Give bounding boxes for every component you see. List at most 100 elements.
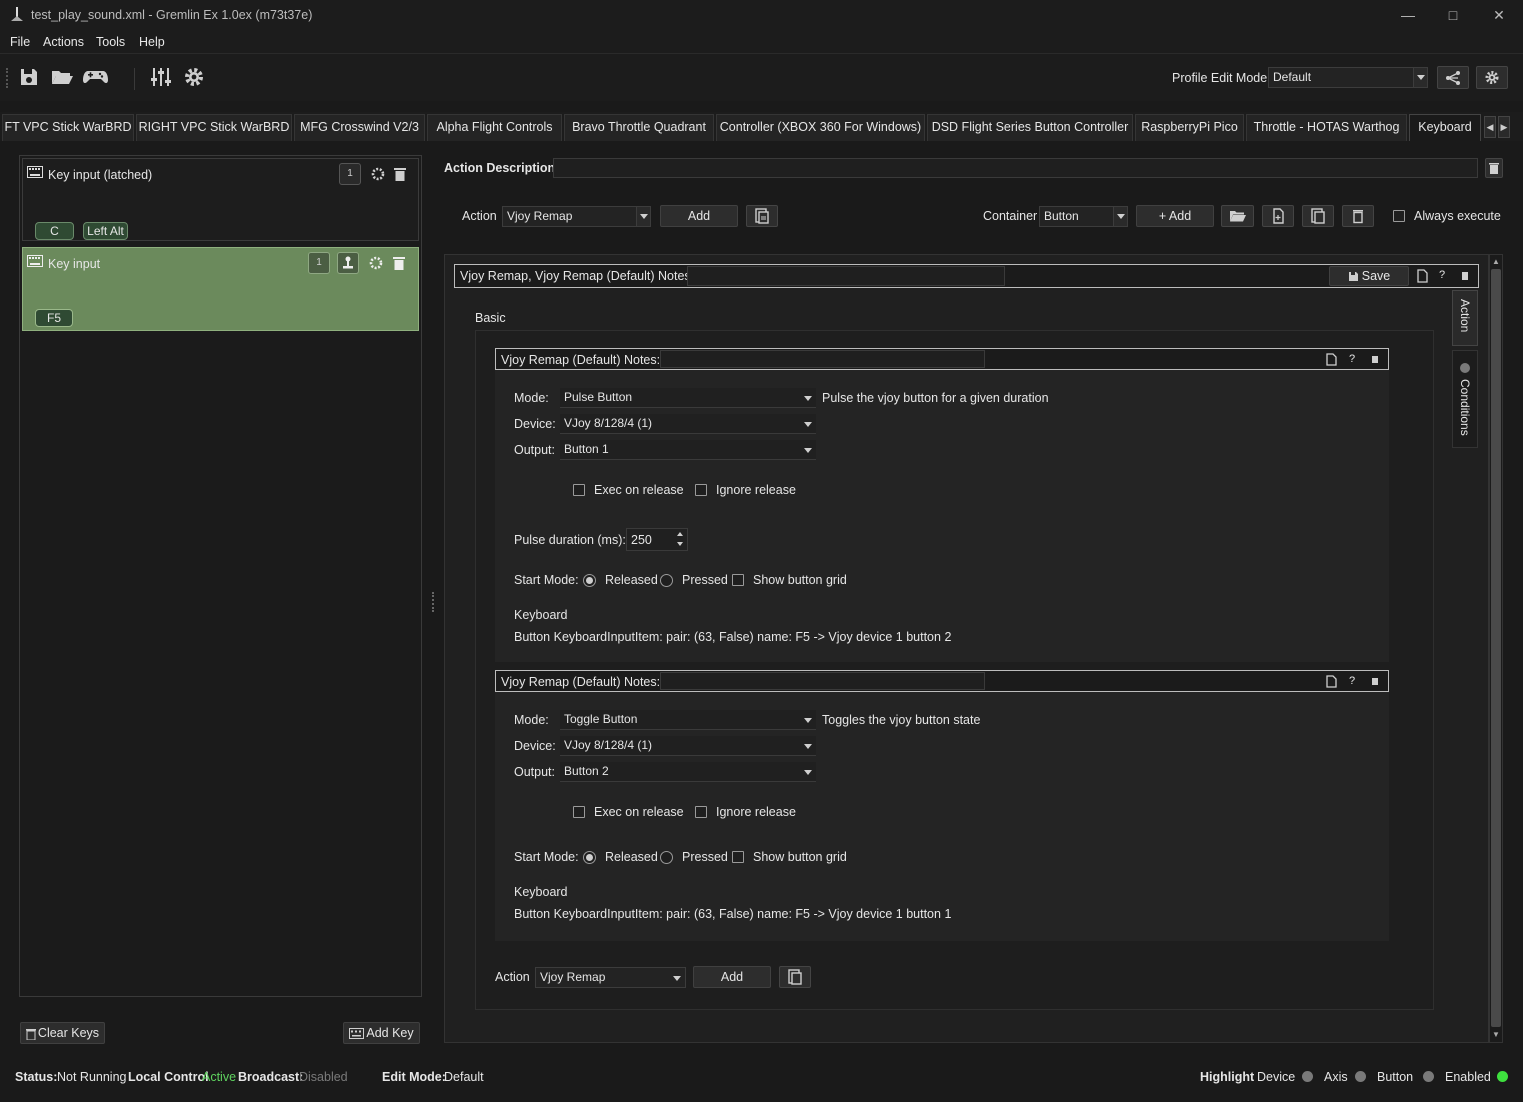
save-button[interactable]: Save (1329, 266, 1409, 286)
pulse-duration-spinbox[interactable]: 250 (626, 528, 688, 551)
scrollbar-thumb[interactable] (1491, 269, 1501, 1027)
tab-keyboard[interactable]: Keyboard (1409, 114, 1481, 141)
gear-icon[interactable] (369, 256, 383, 270)
spin-down-icon[interactable] (677, 542, 683, 546)
tab-mfg-crosswind[interactable]: MFG Crosswind V2/3 (294, 114, 425, 141)
action-description-input[interactable] (553, 158, 1478, 178)
highlight-device-toggle[interactable] (1302, 1071, 1313, 1082)
gear-icon[interactable] (183, 66, 207, 90)
tab-alpha-flight-controls[interactable]: Alpha Flight Controls (427, 114, 562, 141)
toolbar-grip[interactable] (6, 68, 10, 88)
profile-edit-mode-select[interactable]: Default (1268, 67, 1428, 88)
tab-scroll-right-icon[interactable]: ▶ (1498, 116, 1510, 138)
splitter-handle[interactable] (432, 592, 435, 612)
released-radio[interactable] (583, 851, 596, 864)
add-action-button[interactable]: Add (660, 205, 738, 227)
container-select[interactable]: Button (1039, 206, 1128, 227)
minimize-button[interactable]: — (1393, 4, 1423, 26)
pressed-radio[interactable] (660, 574, 673, 587)
gear-icon[interactable] (371, 167, 385, 181)
help-icon[interactable]: ? (1349, 675, 1355, 687)
vjoy-remap-header-1: Vjoy Remap (Default) Notes: ? (495, 348, 1389, 370)
open-container-button[interactable] (1221, 205, 1254, 227)
mixer-sliders-icon[interactable] (150, 66, 174, 90)
side-tab-action[interactable]: Action (1452, 290, 1478, 346)
ignore-release-checkbox[interactable] (695, 484, 707, 496)
device-select[interactable]: VJoy 8/128/4 (1) (560, 414, 816, 434)
close-container-icon[interactable] (1462, 272, 1468, 280)
tab-throttle-warthog[interactable]: Throttle - HOTAS Warthog (1246, 114, 1407, 141)
always-execute-label: Always execute (1414, 209, 1501, 223)
remap-notes-input[interactable] (660, 672, 985, 690)
remap-notes-input[interactable] (660, 350, 985, 368)
show-button-grid-checkbox[interactable] (732, 851, 744, 863)
close-button[interactable]: ✕ (1484, 4, 1514, 26)
trash-icon[interactable] (393, 256, 405, 270)
open-folder-icon[interactable] (50, 66, 74, 90)
show-button-grid-checkbox[interactable] (732, 574, 744, 586)
enabled-indicator[interactable] (1497, 1071, 1508, 1082)
output-select[interactable]: Button 2 (560, 762, 816, 782)
paste-action-button[interactable] (746, 205, 778, 227)
input-card-latched[interactable]: Key input (latched) 1 C Left Alt (22, 158, 419, 241)
menu-help[interactable]: Help (139, 35, 165, 49)
side-tab-conditions[interactable]: Conditions (1452, 350, 1478, 448)
action-select[interactable]: Vjoy Remap (502, 206, 651, 227)
joystick-button[interactable] (337, 252, 359, 274)
new-container-button[interactable] (1262, 205, 1294, 227)
tab-xbox-controller[interactable]: Controller (XBOX 360 For Windows) (716, 114, 925, 141)
tab-right-vpc-stick[interactable]: RIGHT VPC Stick WarBRD (136, 114, 292, 141)
container-notes-input[interactable] (687, 266, 1005, 286)
tab-ft-vpc-stick[interactable]: FT VPC Stick WarBRD (2, 114, 134, 141)
released-radio[interactable] (583, 574, 596, 587)
output-select[interactable]: Button 1 (560, 440, 816, 460)
close-remap-icon[interactable] (1372, 356, 1378, 363)
maximize-button[interactable]: □ (1438, 4, 1468, 26)
gamepad-icon[interactable] (82, 66, 110, 90)
vertical-scrollbar[interactable]: ▲ ▼ (1489, 254, 1503, 1043)
input-count-badge[interactable]: 1 (339, 163, 361, 185)
clear-description-button[interactable] (1485, 158, 1503, 178)
add-container-button[interactable]: + Add (1136, 205, 1214, 227)
spin-up-icon[interactable] (677, 532, 683, 536)
document-icon[interactable] (1326, 675, 1337, 688)
device-select[interactable]: VJoy 8/128/4 (1) (560, 736, 816, 756)
always-execute-checkbox[interactable] (1393, 210, 1405, 222)
scroll-down-icon[interactable]: ▼ (1492, 1030, 1500, 1039)
menu-actions[interactable]: Actions (43, 35, 84, 49)
menu-file[interactable]: File (10, 35, 30, 49)
bottom-add-action-button[interactable]: Add (693, 966, 771, 988)
add-key-button[interactable]: Add Key (343, 1022, 420, 1044)
bottom-paste-action-button[interactable] (779, 966, 811, 988)
input-count-badge[interactable]: 1 (308, 252, 330, 274)
highlight-axis-toggle[interactable] (1355, 1071, 1366, 1082)
container-select-value: Button (1044, 209, 1079, 223)
pressed-radio[interactable] (660, 851, 673, 864)
bottom-action-select[interactable]: Vjoy Remap (535, 967, 686, 988)
trash-icon[interactable] (394, 167, 406, 181)
menu-tools[interactable]: Tools (96, 35, 125, 49)
exec-on-release-checkbox[interactable] (573, 806, 585, 818)
paste-container-button[interactable] (1302, 205, 1334, 227)
help-icon[interactable]: ? (1349, 353, 1355, 365)
save-icon[interactable] (18, 66, 42, 90)
tab-dsd-flight[interactable]: DSD Flight Series Button Controller (927, 114, 1133, 141)
tab-bravo-throttle[interactable]: Bravo Throttle Quadrant (564, 114, 714, 141)
share-tree-button[interactable] (1437, 66, 1469, 89)
delete-container-button[interactable] (1342, 205, 1374, 227)
help-icon[interactable]: ? (1439, 269, 1445, 281)
document-icon[interactable] (1326, 353, 1337, 366)
ignore-release-checkbox[interactable] (695, 806, 707, 818)
document-icon[interactable] (1417, 269, 1428, 283)
input-card-selected[interactable]: Key input 1 F5 (22, 247, 419, 331)
settings-button[interactable] (1476, 66, 1508, 89)
scroll-up-icon[interactable]: ▲ (1492, 257, 1500, 266)
highlight-button-toggle[interactable] (1423, 1071, 1434, 1082)
exec-on-release-checkbox[interactable] (573, 484, 585, 496)
mode-select[interactable]: Pulse Button (560, 388, 816, 408)
close-remap-icon[interactable] (1372, 678, 1378, 685)
mode-select[interactable]: Toggle Button (560, 710, 816, 730)
clear-keys-button[interactable]: Clear Keys (20, 1022, 105, 1044)
tab-scroll-left-icon[interactable]: ◀ (1484, 116, 1496, 138)
tab-raspberrypi-pico[interactable]: RaspberryPi Pico (1135, 114, 1244, 141)
